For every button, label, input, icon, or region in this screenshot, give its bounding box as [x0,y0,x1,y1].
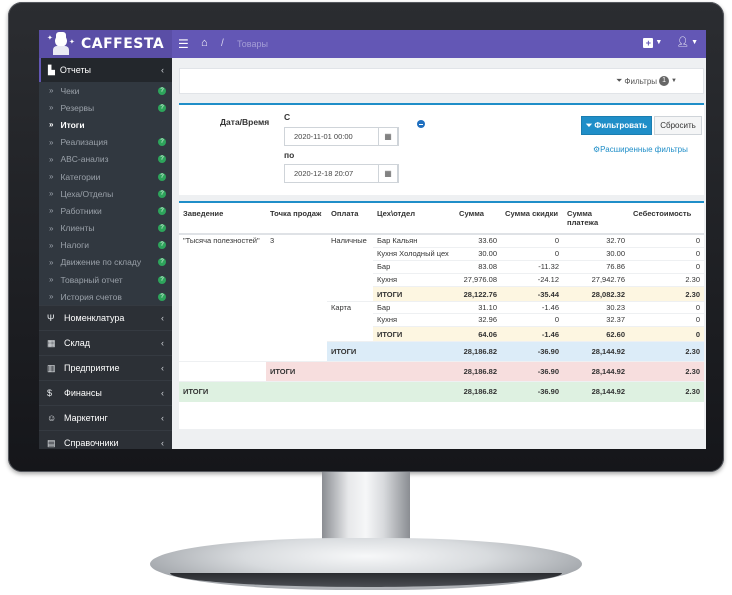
help-icon[interactable]: ? [158,189,166,198]
table-row: "Тысяча полезностей" 3 Наличные Бар Каль… [179,233,704,362]
point-cell: 3 [266,233,327,362]
chef-logo-icon: ✦ ✦ [47,32,75,56]
chevron-left-icon: ‹ [161,313,164,324]
cubes-icon: ▦ [47,337,56,348]
home-icon[interactable]: ⌂ [201,37,208,49]
chart-icon: ▙ [48,64,55,75]
help-icon[interactable]: ? [158,292,166,301]
sidebar-subitem[interactable]: » Категории? [39,167,172,186]
monitor-neck [322,472,410,547]
help-icon[interactable]: ? [158,86,166,95]
user-icon: 👤︎ [676,37,690,48]
sidebar-subitem[interactable]: » Работники? [39,202,172,220]
chevron-left-icon: ‹ [161,338,164,349]
sidebar-subitem[interactable]: » Чеки? [39,82,172,100]
filter-form: Дата/Время С ▦ по ▦ ⏷ Фильтровать Сброси… [179,103,704,195]
smile-icon: ☺ [47,413,57,424]
payment-cell: Карта [327,300,373,342]
filter-icon: ⏷ [616,76,623,85]
building-icon: ▥ [47,362,56,373]
sidebar-item-marketing[interactable]: ☺ Маркетинг ‹ [39,405,172,430]
column-header[interactable]: Цех\отдел [373,203,455,235]
to-label: по [284,150,295,160]
help-icon[interactable]: ? [158,275,166,284]
column-header[interactable]: Заведение [179,203,266,235]
help-icon[interactable]: ? [158,138,166,147]
advanced-filters-link[interactable]: ⚙Расширенные фильтры [593,145,688,154]
chevron-down-icon: ▼ [691,39,698,46]
help-icon[interactable]: ? [158,224,166,233]
point-total-row: ИТОГИ 28,186.82 -36.90 28,144.92 2.30 [179,361,704,382]
plus-icon: + [643,37,654,48]
from-label: С [284,112,291,122]
dollar-icon: $ [47,388,53,399]
sidebar: ▙ Отчеты ‹ » Чеки? » Резервы? » Итоги » Реал… [39,58,172,449]
sidebar-subitem[interactable]: » ABC-анализ? [39,150,172,168]
calendar-icon[interactable]: ▦ [378,164,398,183]
help-icon[interactable]: ? [158,206,166,215]
help-icon[interactable]: ? [158,103,166,112]
help-icon[interactable]: ? [158,172,166,181]
book-icon: ▤ [47,437,56,448]
chevron-down-icon: ▼ [671,78,677,84]
report-table-panel: Заведение Точка продаж Оплата Цех\отдел … [179,201,704,429]
chevron-left-icon: ‹ [161,438,164,449]
sidebar-subitem[interactable]: » Налоги? [39,236,172,254]
filters-bar: ⏷ Фильтры 1 ▼ [179,68,704,94]
datetime-label: Дата/Время [220,117,270,127]
sidebar-subitem[interactable]: » Резервы? [39,99,172,117]
sidebar-item-reports[interactable]: ▙ Отчеты ‹ [39,58,172,82]
chevron-down-icon: ▼ [655,39,663,46]
sidebar-item-warehouse[interactable]: ▦ Склад ‹ [39,330,172,355]
brand[interactable]: ✦ ✦ CAFFESTA [39,30,172,58]
chevron-left-icon: ‹ [161,388,164,399]
calendar-icon[interactable]: ▦ [378,127,398,146]
user-menu-button[interactable]: 👤︎ ▼ [676,37,698,48]
sidebar-subitem[interactable]: » Движение по складу? [39,253,172,272]
menu-toggle-icon[interactable]: ☰ [178,37,189,51]
monitor-frame: ✦ ✦ CAFFESTA ☰ ⌂ / Товары + ▼ 👤︎ ▼ ▙ Отчеты… [8,2,724,472]
chevron-down-icon: ‹ [161,65,164,75]
app-screen: ✦ ✦ CAFFESTA ☰ ⌂ / Товары + ▼ 👤︎ ▼ ▙ Отчеты… [39,30,706,449]
breadcrumb-separator: / [221,38,224,49]
top-navbar: ✦ ✦ CAFFESTA ☰ ⌂ / Товары + ▼ 👤︎ ▼ [39,30,706,58]
add-menu-button[interactable]: + ▼ [643,37,662,48]
breadcrumb-current: Товары [237,39,268,49]
sidebar-item-finance[interactable]: $ Финансы ‹ [39,380,172,405]
remove-filter-icon[interactable] [417,120,425,128]
sidebar-item-references[interactable]: ▤ Справочники ‹ [39,430,172,449]
sidebar-subitem-current[interactable]: » Итоги [39,116,172,134]
table-header-row: Заведение Точка продаж Оплата Цех\отдел … [179,203,704,235]
column-header[interactable]: Сумма платежа [563,203,629,235]
sidebar-subitem[interactable]: » Реализация? [39,133,172,151]
help-icon[interactable]: ? [158,258,166,267]
sidebar-item-enterprise[interactable]: ▥ Предприятие ‹ [39,355,172,380]
reset-button[interactable]: Сбросить [654,116,702,135]
column-header[interactable]: Себестоимость [629,203,704,235]
venue-cell: "Тысяча полезностей" [179,233,266,362]
filter-button[interactable]: ⏷ Фильтровать [581,116,652,135]
sidebar-item-label: Отчеты [59,65,92,75]
payment-cell: Наличные [327,233,373,301]
column-header[interactable]: Сумма [455,203,501,235]
column-header[interactable]: Точка продаж [266,203,327,235]
grand-total-row: ИТОГИ 28,186.82 -36.90 28,144.92 2.30 [179,381,704,402]
report-table: Заведение Точка продаж Оплата Цех\отдел … [179,203,704,402]
help-icon[interactable]: ? [158,155,166,164]
cutlery-icon: Ψ [47,313,55,324]
sidebar-item-nomenclature[interactable]: Ψ Номенклатура ‹ [39,305,172,330]
brand-name: CAFFESTA [81,36,165,52]
sidebar-subitem[interactable]: » Товарный отчет? [39,271,172,289]
chevron-left-icon: ‹ [161,413,164,424]
chevron-left-icon: ‹ [161,363,164,374]
sidebar-subitem[interactable]: » Клиенты? [39,219,172,237]
filter-count-badge: 1 [659,76,670,86]
help-icon[interactable]: ? [158,241,166,250]
sidebar-subitem[interactable]: » История счетов? [39,288,172,306]
column-header[interactable]: Сумма скидки [501,203,563,235]
sidebar-subitem[interactable]: » Цеха/Отделы? [39,185,172,203]
filter-icon: ⏷ [585,121,593,130]
filters-dropdown[interactable]: ⏷ Фильтры 1 ▼ [616,76,677,86]
column-header[interactable]: Оплата [327,203,373,235]
